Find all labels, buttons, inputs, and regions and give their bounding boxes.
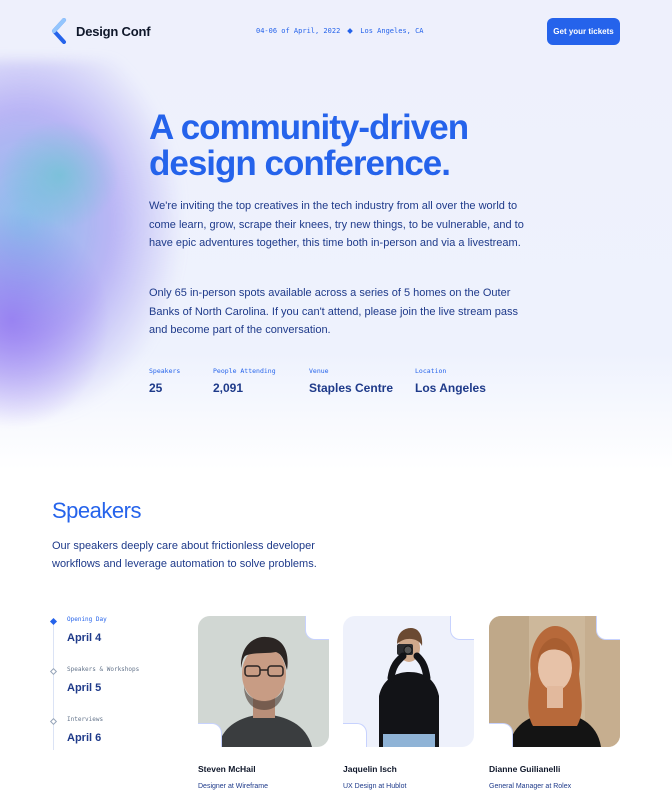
timeline-day-label: Interviews bbox=[67, 716, 104, 723]
stat-label: Location bbox=[415, 367, 447, 375]
stat-value: 25 bbox=[149, 381, 163, 395]
timeline-day-label: Opening Day bbox=[67, 616, 107, 623]
stat-location: Location Los Angeles bbox=[415, 367, 486, 395]
hero-gradient-blob-purple bbox=[0, 210, 110, 430]
stat-label: People Attending bbox=[213, 367, 276, 375]
card-corner-notch bbox=[596, 616, 620, 640]
speaker-card[interactable]: Jaquelin Isch UX Design at Hublot bbox=[343, 616, 474, 790]
speaker-role: General Manager at Rolex bbox=[489, 783, 572, 790]
event-dates: 04-06 of April, 2022 bbox=[256, 27, 341, 35]
speaker-name: Dianne Guilianelli bbox=[489, 764, 561, 774]
card-corner-notch bbox=[343, 723, 367, 747]
card-corner-notch bbox=[305, 616, 329, 640]
timeline-day-label: Speakers & Workshops bbox=[67, 666, 140, 673]
stat-label: Venue bbox=[309, 367, 329, 375]
timeline-day-date: April 4 bbox=[67, 632, 102, 644]
card-corner-notch bbox=[450, 616, 474, 640]
speaker-name: Jaquelin Isch bbox=[343, 764, 397, 774]
site-header: Design Conf 04-06 of April, 2022 Los Ang… bbox=[0, 0, 672, 64]
stat-venue: Venue Staples Centre bbox=[309, 367, 393, 395]
logo-text: Design Conf bbox=[76, 23, 151, 39]
speaker-card[interactable]: Steven McHail Designer at Wireframe bbox=[198, 616, 329, 790]
speakers-description: Our speakers deeply care about frictionl… bbox=[52, 540, 317, 570]
stat-value: 2,091 bbox=[213, 381, 244, 395]
get-tickets-button[interactable]: Get your tickets bbox=[547, 18, 620, 45]
event-meta: 04-06 of April, 2022 Los Angeles, CA bbox=[256, 27, 424, 35]
diamond-separator-icon bbox=[347, 28, 354, 34]
stat-value: Los Angeles bbox=[415, 381, 486, 395]
speakers-heading: Speakers bbox=[52, 498, 141, 523]
card-corner-notch bbox=[198, 723, 222, 747]
diamond-active-icon bbox=[49, 617, 58, 626]
speaker-name: Steven McHail bbox=[198, 764, 256, 774]
stat-value: Staples Centre bbox=[309, 381, 394, 395]
hero-title: A community-driven design conference. bbox=[149, 108, 469, 183]
timeline-day-date: April 6 bbox=[67, 732, 102, 744]
timeline-line bbox=[53, 620, 54, 750]
diamond-outline-icon bbox=[49, 717, 58, 726]
schedule-timeline: Opening Day April 4 Speakers & Workshops… bbox=[49, 616, 182, 750]
hero-paragraph-1: We're inviting the top creatives in the … bbox=[149, 200, 524, 249]
stat-people-attending: People Attending 2,091 bbox=[213, 367, 276, 395]
stat-speakers: Speakers 25 bbox=[149, 367, 180, 395]
speaker-role: UX Design at Hublot bbox=[343, 783, 407, 790]
hero-paragraph-2: Only 65 in-person spots available across… bbox=[149, 287, 518, 336]
logo[interactable]: Design Conf bbox=[50, 18, 151, 44]
stat-label: Speakers bbox=[149, 367, 181, 375]
timeline-day-date: April 5 bbox=[67, 682, 102, 694]
speaker-role: Designer at Wireframe bbox=[198, 783, 269, 790]
speaker-card[interactable]: Dianne Guilianelli General Manager at Ro… bbox=[489, 616, 620, 790]
logo-chevron-icon bbox=[52, 18, 66, 44]
diamond-outline-icon bbox=[49, 667, 58, 676]
event-location: Los Angeles, CA bbox=[360, 27, 424, 35]
card-corner-notch bbox=[489, 723, 513, 747]
